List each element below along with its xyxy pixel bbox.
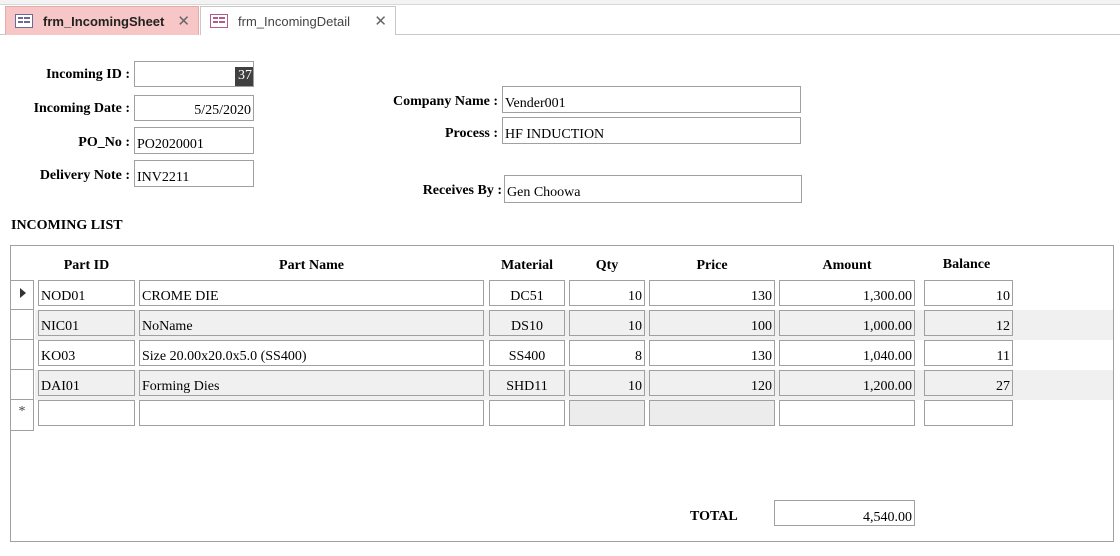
new-cell-part-id[interactable] [38,400,135,426]
cell-material[interactable]: DS10 [489,310,565,336]
new-cell-material[interactable] [489,400,565,426]
cell-amount: 1,000.00 [779,310,915,336]
column-header-qty: Qty [595,258,619,273]
window-top-border [0,0,1120,5]
cell-part-name[interactable]: Forming Dies [139,370,484,396]
new-cell-balance[interactable] [924,400,1013,426]
delivery-note-label: Delivery Note : [39,168,130,183]
column-header-part-name: Part Name [279,258,344,273]
cell-part-name[interactable]: CROME DIE [139,280,484,306]
cell-part-name[interactable]: Size 20.00x20.0x5.0 (SS400) [139,340,484,366]
total-amount-field: 4,540.00 [774,500,915,526]
record-selector[interactable] [11,340,34,370]
cell-price[interactable]: 100 [649,310,775,336]
cell-balance[interactable]: 10 [924,280,1013,306]
record-selector[interactable] [11,280,34,310]
incoming-id-value: 37 [235,67,253,86]
column-header-price: Price [696,258,728,273]
close-icon[interactable]: ✕ [374,12,387,30]
receives-by-field[interactable]: Gen Choowa [504,175,802,203]
cell-amount: 1,300.00 [779,280,915,306]
company-name-field[interactable]: Vender001 [502,86,801,113]
cell-balance[interactable]: 11 [924,340,1013,366]
record-selector[interactable] [11,310,34,340]
tab-label: frm_IncomingSheet [43,13,165,29]
new-cell-qty[interactable] [569,400,645,426]
cell-qty[interactable]: 8 [569,340,645,366]
po-no-label: PO_No : [78,135,130,150]
cell-price[interactable]: 130 [649,280,775,306]
cell-part-id[interactable]: NIC01 [38,310,135,336]
column-header-part-id: Part ID [63,258,110,273]
record-selector[interactable] [11,370,34,400]
process-field[interactable]: HF INDUCTION [502,117,801,144]
column-header-material: Material [500,258,554,273]
close-icon[interactable]: ✕ [177,12,190,30]
new-record-selector[interactable]: * [11,400,34,431]
incoming-id-field[interactable]: 37 [134,61,254,87]
cell-qty[interactable]: 10 [569,280,645,306]
company-name-label: Company Name : [393,94,498,109]
cell-material[interactable]: SS400 [489,340,565,366]
total-label: TOTAL [690,509,738,524]
po-no-field[interactable]: PO2020001 [134,127,254,154]
form-icon [15,14,33,28]
new-cell-part-name[interactable] [139,400,484,426]
incoming-id-label: Incoming ID : [45,67,130,82]
cell-amount: 1,200.00 [779,370,915,396]
tab-strip-divider [0,34,6,35]
current-record-arrow-icon [20,288,26,298]
cell-price[interactable]: 120 [649,370,775,396]
cell-price[interactable]: 130 [649,340,775,366]
new-cell-amount [779,400,915,426]
cell-part-id[interactable]: NOD01 [38,280,135,306]
incoming-list-title: INCOMING LIST [11,218,123,233]
cell-part-id[interactable]: KO03 [38,340,135,366]
cell-balance[interactable]: 27 [924,370,1013,396]
cell-balance[interactable]: 12 [924,310,1013,336]
cell-part-id[interactable]: DAI01 [38,370,135,396]
cell-amount: 1,040.00 [779,340,915,366]
cell-qty[interactable]: 10 [569,370,645,396]
cell-material[interactable]: SHD11 [489,370,565,396]
tab-label: frm_IncomingDetail [238,13,350,29]
new-cell-price[interactable] [649,400,775,426]
cell-qty[interactable]: 10 [569,310,645,336]
column-header-amount: Amount [822,258,872,273]
receives-by-label: Receives By : [422,183,502,198]
incoming-date-field[interactable]: 5/25/2020 [134,95,254,121]
process-label: Process : [445,126,498,141]
form-icon [210,14,228,28]
tab-frm-incoming-detail[interactable]: frm_IncomingDetail ✕ [200,6,396,35]
column-header-balance: Balance [942,257,991,272]
new-record-asterisk-icon: * [18,404,26,419]
delivery-note-field[interactable]: INV2211 [134,160,254,187]
cell-material[interactable]: DC51 [489,280,565,306]
tab-frm-incoming-sheet[interactable]: frm_IncomingSheet ✕ [5,6,199,35]
cell-part-name[interactable]: NoName [139,310,484,336]
tab-strip-divider [396,34,1120,35]
incoming-date-label: Incoming Date : [33,101,130,116]
